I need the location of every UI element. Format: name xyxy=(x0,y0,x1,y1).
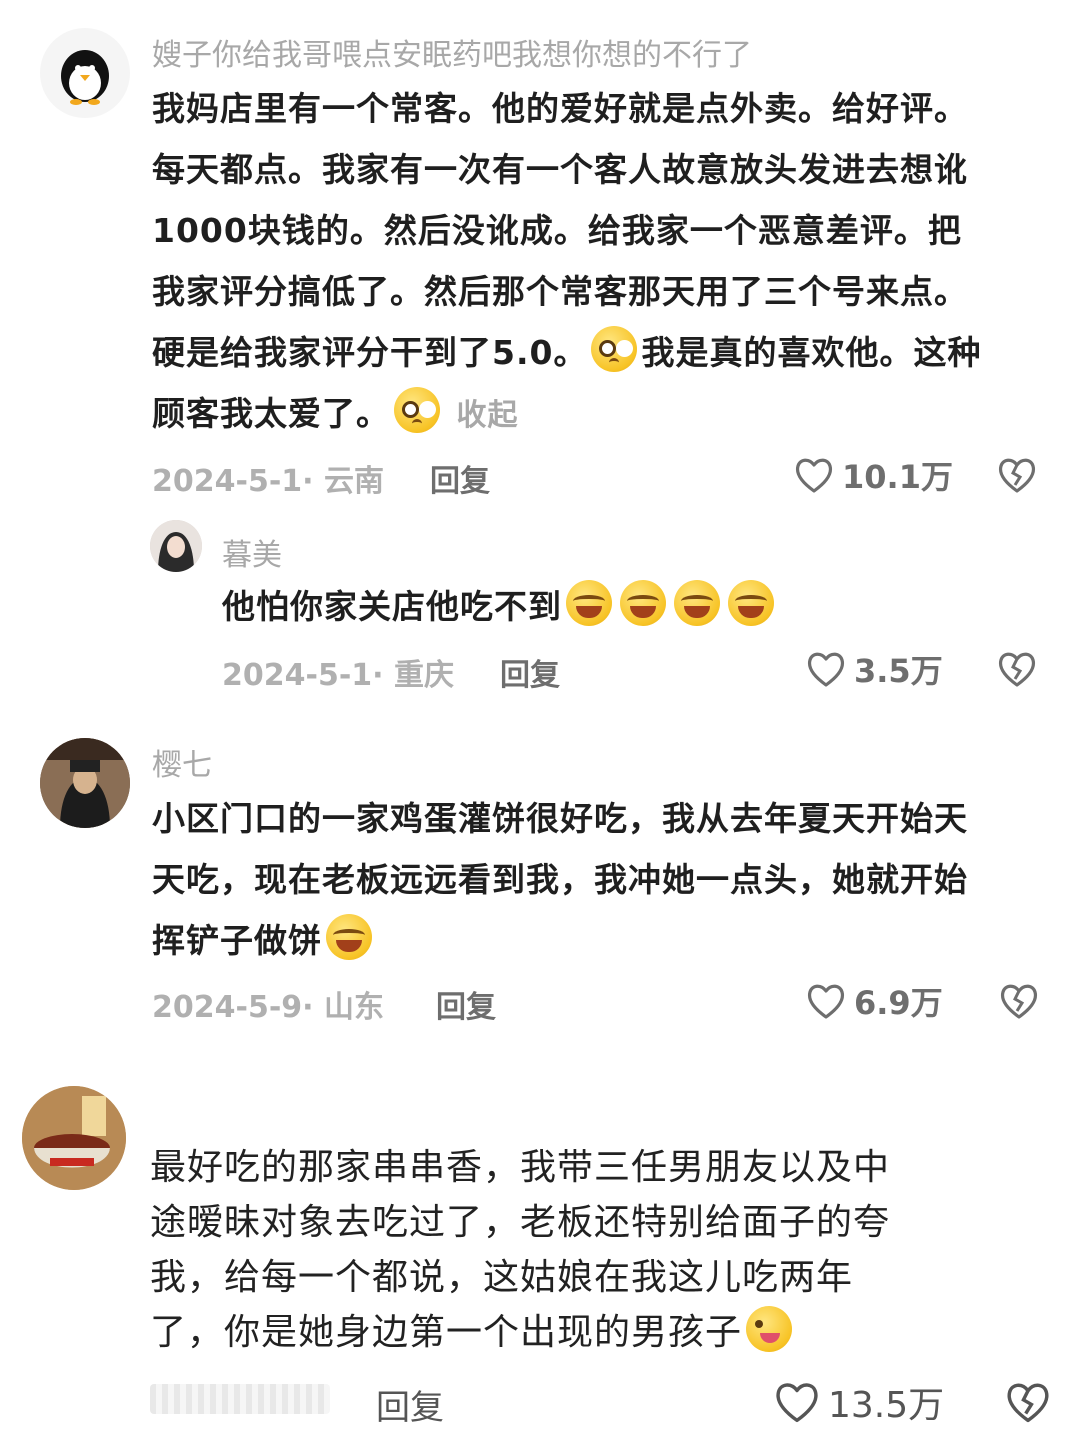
comment-line: 我家评分搞低了。然后那个常客那天用了三个号来点。 xyxy=(152,272,968,311)
like-button[interactable]: 6.9万 xyxy=(806,978,943,1024)
comment-line-part: 硬是给我家评分干到了5.0。 xyxy=(152,333,588,372)
reply-username[interactable]: 暮美 xyxy=(222,530,282,574)
comment-line-part: 顾客我太爱了。 xyxy=(152,394,390,433)
like-count: 13.5万 xyxy=(828,1385,945,1426)
comment-line: 顾客我太爱了。 收起 xyxy=(152,383,1052,446)
reply-button[interactable]: 回复 xyxy=(500,650,560,694)
comment-date-location: 2024-5-9· 山东 xyxy=(152,990,384,1025)
broken-heart-icon[interactable] xyxy=(1004,1378,1052,1424)
comment-line: 天吃，现在老板远远看到我，我冲她一点头，她就开始 xyxy=(152,860,968,899)
winking-tongue-icon xyxy=(746,1306,793,1352)
comment-line: 最好吃的那家串串香，我带三任男朋友以及中 xyxy=(150,1147,891,1188)
comment-line: 我，给每一个都说，这姑娘在我这儿吃两年 xyxy=(150,1257,854,1298)
reply-text: 他怕你家关店他吃不到 xyxy=(222,576,1022,637)
comment-line: 了，你是她身边第一个出现的男孩子 xyxy=(150,1305,1050,1360)
food-avatar[interactable] xyxy=(22,1086,126,1190)
tears-of-joy-icon xyxy=(620,580,666,626)
reply-date-location: 2024-5-1· 重庆 xyxy=(222,658,454,693)
like-count: 3.5万 xyxy=(854,652,943,690)
comment-line: 途暧昧对象去吃过了，老板还特别给面子的夸 xyxy=(150,1202,891,1243)
comment-line-part: 了，你是她身边第一个出现的男孩子 xyxy=(150,1312,743,1353)
comment-line-part: 挥铲子做饼 xyxy=(152,921,322,960)
comment-username[interactable]: 樱七 xyxy=(152,740,212,784)
comment-text: 最好吃的那家串串香，我带三任男朋友以及中 途暧昧对象去吃过了，老板还特别给面子的… xyxy=(150,1140,1050,1360)
comment-date-location: 2024-5-1· 云南 xyxy=(152,464,384,499)
heart-outline-icon xyxy=(807,984,845,1019)
heart-outline-icon xyxy=(776,1383,818,1423)
comment-line-part: 我是真的喜欢他。这种 xyxy=(641,333,982,372)
reply-text-content: 他怕你家关店他吃不到 xyxy=(222,587,562,626)
obscured-date-location xyxy=(150,1384,330,1414)
comment-line: 小区门口的一家鸡蛋灌饼很好吃，我从去年夏天开始天 xyxy=(152,799,968,838)
broken-heart-icon[interactable] xyxy=(996,648,1038,688)
comment-text: 小区门口的一家鸡蛋灌饼很好吃，我从去年夏天开始天 天吃，现在老板远远看到我，我冲… xyxy=(152,788,1052,971)
like-count: 10.1万 xyxy=(842,458,953,496)
comment-text: 我妈店里有一个常客。他的爱好就是点外卖。给好评。 每天都点。我家有一次有一个客人… xyxy=(152,78,1052,446)
comment-username[interactable]: 嫂子你给我哥喂点安眠药吧我想你想的不行了 xyxy=(152,30,752,74)
heart-outline-icon xyxy=(795,458,833,493)
comment-line: 硬是给我家评分干到了5.0。 我是真的喜欢他。这种 xyxy=(152,322,1052,383)
user-avatar[interactable] xyxy=(150,520,202,572)
reply-button[interactable]: 回复 xyxy=(430,456,490,500)
like-button[interactable]: 3.5万 xyxy=(806,646,943,692)
pleading-face-icon xyxy=(591,326,638,372)
tears-of-joy-icon xyxy=(674,580,720,626)
user-avatar[interactable] xyxy=(40,738,130,828)
comment-line: 每天都点。我家有一次有一个客人故意放头发进去想讹 xyxy=(152,150,968,189)
heart-outline-icon xyxy=(807,652,845,687)
like-button[interactable]: 13.5万 xyxy=(774,1376,944,1428)
broken-heart-icon[interactable] xyxy=(998,980,1040,1020)
pleading-face-icon xyxy=(394,387,440,433)
comment-line: 1000块钱的。然后没讹成。给我家一个恶意差评。把 xyxy=(152,211,962,250)
broken-heart-icon[interactable] xyxy=(996,454,1038,494)
collapse-link[interactable]: 收起 xyxy=(457,398,519,433)
reply-button[interactable]: 回复 xyxy=(436,982,496,1026)
reply-button[interactable]: 回复 xyxy=(376,1380,444,1429)
like-count: 6.9万 xyxy=(854,984,943,1022)
rolling-laughing-icon xyxy=(326,914,372,960)
comment-line: 我妈店里有一个常客。他的爱好就是点外卖。给好评。 xyxy=(152,89,968,128)
comment-line: 挥铲子做饼 xyxy=(152,910,1052,971)
tears-of-joy-icon xyxy=(728,580,774,626)
like-button[interactable]: 10.1万 xyxy=(794,452,953,498)
penguin-avatar[interactable] xyxy=(40,28,130,118)
tears-of-joy-icon xyxy=(566,580,612,626)
